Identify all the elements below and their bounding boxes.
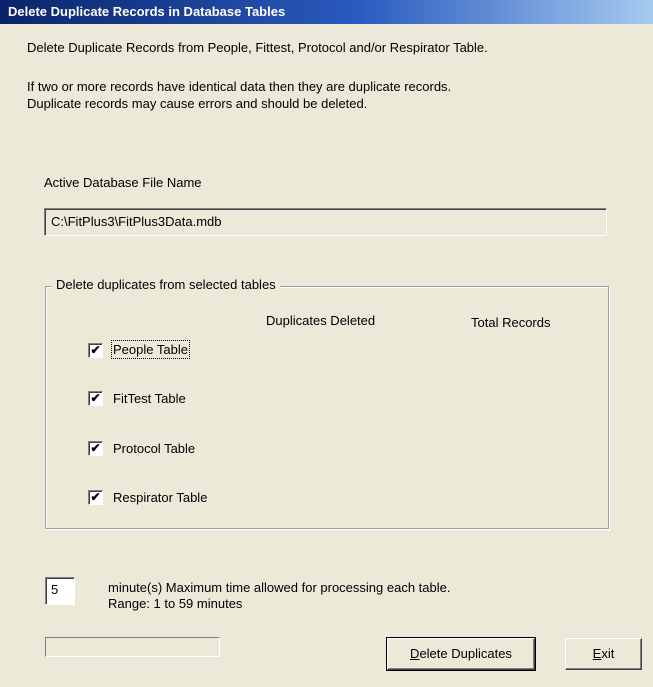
fittest-table-label[interactable]: FitTest Table <box>113 391 186 406</box>
exit-button[interactable]: Exit <box>565 638 642 670</box>
delete-duplicates-button[interactable]: Delete Duplicates <box>386 637 536 671</box>
delete-duplicates-label: elete Duplicates <box>419 646 512 661</box>
respirator-table-label[interactable]: Respirator Table <box>113 490 207 505</box>
protocol-table-checkbox[interactable]: ✔ <box>88 441 103 456</box>
exit-label: xit <box>601 646 615 661</box>
timeout-range: Range: 1 to 59 minutes <box>108 596 243 611</box>
timeout-minutes-input[interactable]: 5 <box>45 577 75 605</box>
checkmark-icon: ✔ <box>90 343 101 357</box>
duplicates-deleted-header: Duplicates Deleted <box>266 313 376 328</box>
protocol-table-label[interactable]: Protocol Table <box>113 441 195 456</box>
fittest-table-checkbox[interactable]: ✔ <box>88 391 103 406</box>
checkmark-icon: ✔ <box>90 391 101 405</box>
respirator-table-checkbox[interactable]: ✔ <box>88 490 103 505</box>
intro-text-line2: If two or more records have identical da… <box>27 79 452 94</box>
checkmark-icon: ✔ <box>90 490 101 504</box>
tables-group-legend: Delete duplicates from selected tables <box>52 277 280 292</box>
people-table-label[interactable]: People Table <box>111 340 190 359</box>
checkmark-icon: ✔ <box>90 441 101 455</box>
window-title: Delete Duplicate Records in Database Tab… <box>0 0 653 24</box>
timeout-description: minute(s) Maximum time allowed for proce… <box>108 580 451 595</box>
total-records-header: Total Records <box>471 315 551 330</box>
intro-text: Delete Duplicate Records from People, Fi… <box>27 40 488 55</box>
database-file-label: Active Database File Name <box>44 175 202 190</box>
people-table-checkbox[interactable]: ✔ <box>88 343 103 358</box>
intro-text-line3: Duplicate records may cause errors and s… <box>27 96 368 111</box>
database-file-field: C:\FitPlus3\FitPlus3Data.mdb <box>44 208 607 236</box>
progress-bar <box>45 637 220 657</box>
